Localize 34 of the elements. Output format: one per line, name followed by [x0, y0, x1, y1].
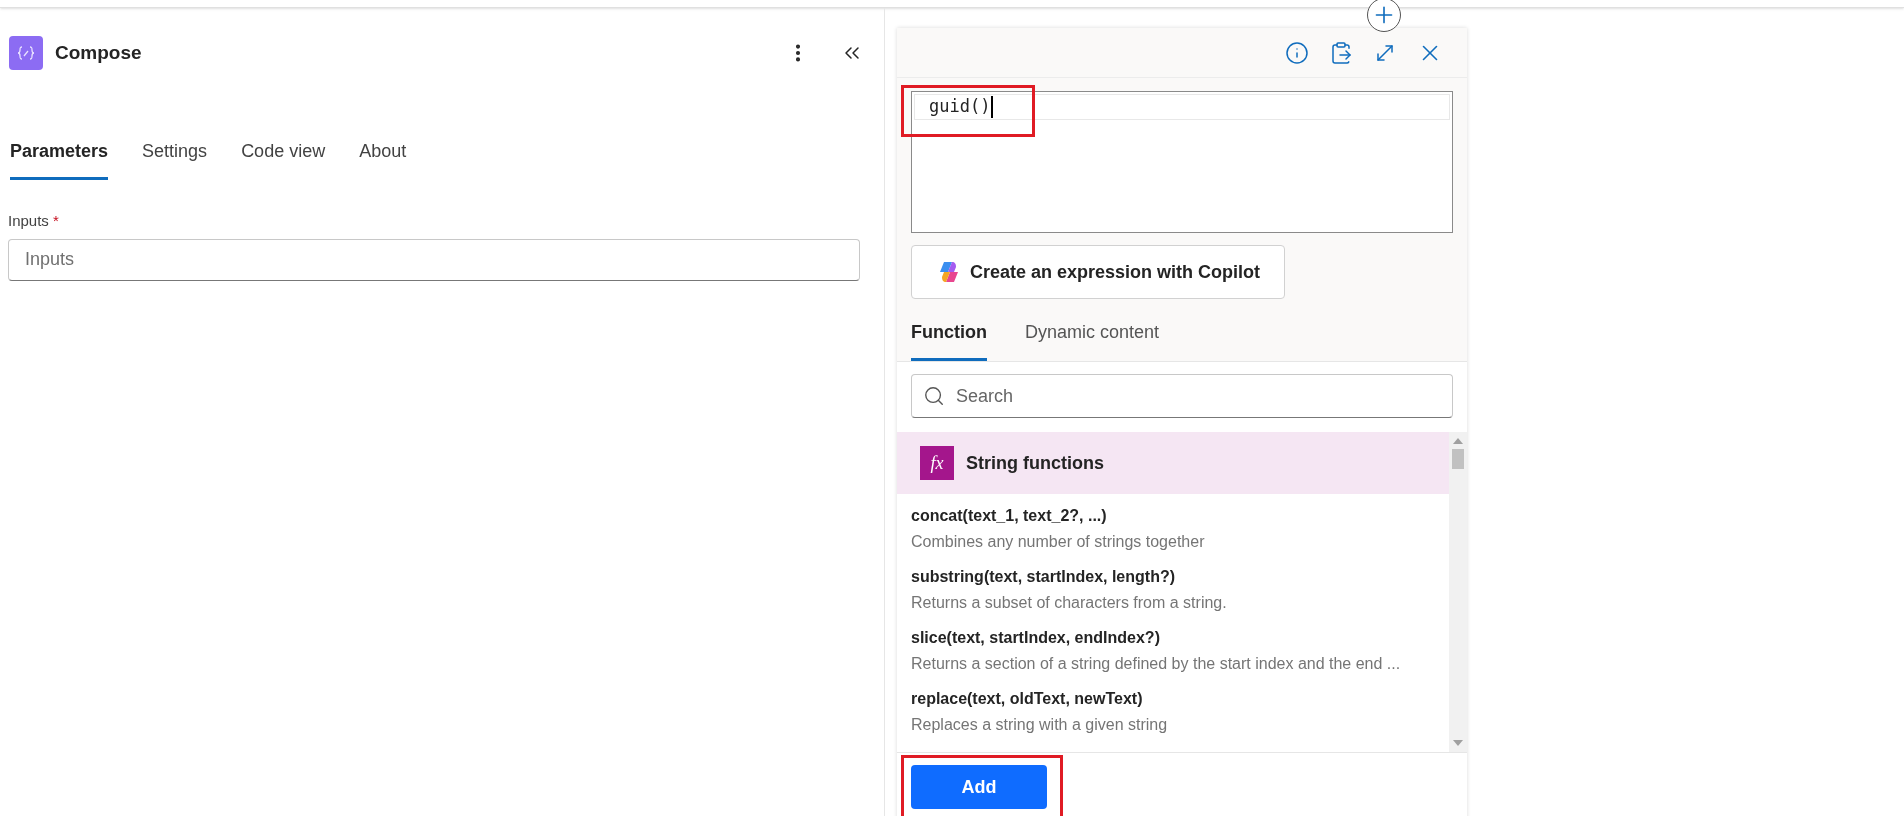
add-step-icon[interactable] — [1367, 0, 1401, 32]
tab[interactable]: Settings — [142, 138, 208, 180]
function-description: Returns a section of a string defined by the start index and the end ... — [911, 654, 1402, 674]
function-item[interactable]: slice(text, startIndex, endIndex?) Returns a section of a string defined by the start index and the end ... — [897, 616, 1449, 677]
expression-field[interactable]: guid() — [911, 91, 1453, 233]
copilot-button[interactable]: Create an expression with Copilot — [911, 245, 1286, 299]
required-mark: * — [52, 211, 59, 231]
add-button[interactable]: Add — [911, 765, 1047, 809]
function-item[interactable]: concat(text_1, text_2?, ...) Combines any number of strings together — [897, 494, 1449, 555]
function-description: Returns a subset of characters from a string. — [911, 593, 1228, 613]
info-icon[interactable] — [1285, 40, 1309, 65]
compose-icon — [9, 36, 43, 70]
function-signature: substring(text, startIndex, length?) — [911, 567, 1176, 587]
panel-title: Compose — [55, 40, 142, 65]
scrollbar[interactable] — [1449, 432, 1467, 752]
function-description: Combines any number of strings together — [911, 532, 1206, 552]
function-item[interactable]: substring(text, startIndex, length?) Returns a subset of characters from a string. — [897, 555, 1449, 616]
category-title: String functions — [966, 451, 1104, 475]
search-field[interactable]: Search — [911, 374, 1453, 418]
field-label: Inputs — [8, 211, 49, 231]
tab[interactable]: Parameters — [10, 138, 109, 180]
function-signature: concat(text_1, text_2?, ...) — [911, 506, 1108, 526]
clipboard-icon[interactable] — [1329, 40, 1353, 65]
search-icon — [923, 385, 945, 407]
category-header[interactable]: fx String functions — [897, 432, 1449, 494]
function-icon: fx — [920, 446, 954, 480]
tab[interactable]: Dynamic content — [1025, 319, 1160, 361]
function-signature: replace(text, oldText, newText) — [911, 689, 1144, 709]
tab[interactable]: About — [359, 138, 407, 180]
tab[interactable]: Code view — [241, 138, 326, 180]
function-item[interactable]: replace(text, oldText, newText) Replaces a string with a given string — [897, 677, 1449, 738]
function-signature: slice(text, startIndex, endIndex?) — [911, 628, 1161, 648]
inputs-field[interactable]: Inputs — [8, 238, 860, 281]
function-description: Replaces a string with a given string — [911, 715, 1169, 735]
